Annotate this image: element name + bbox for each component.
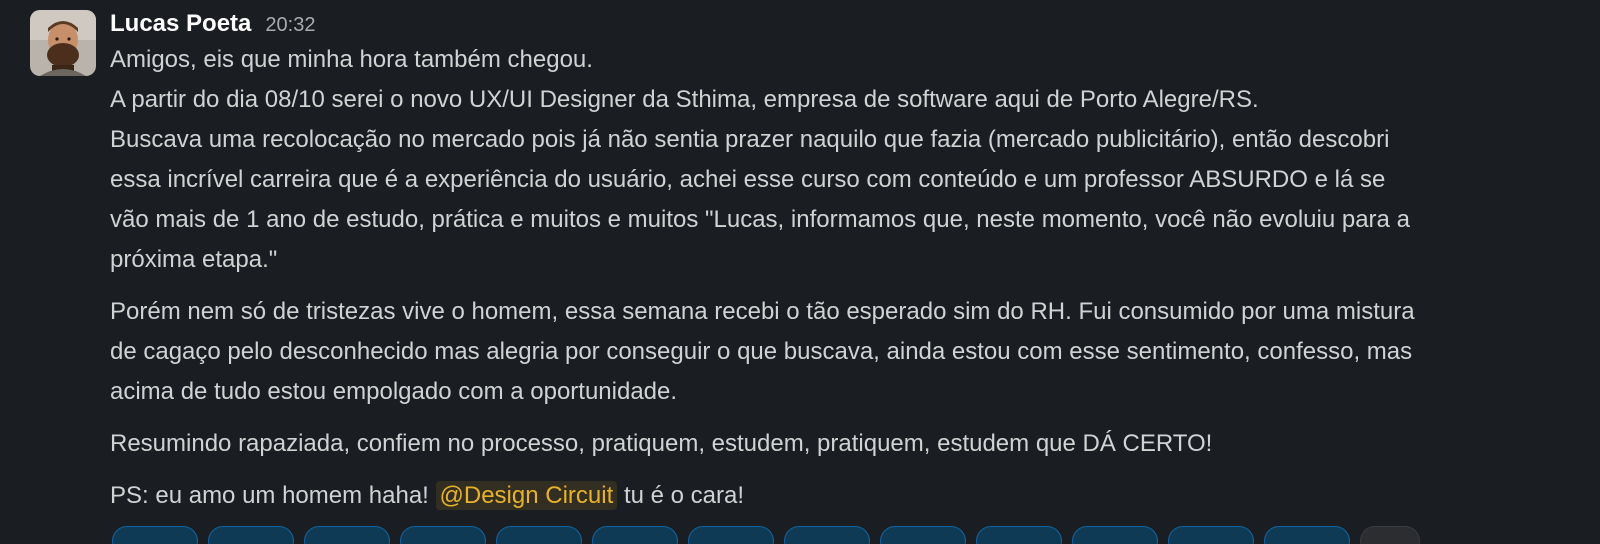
reaction-pill[interactable]: [1264, 526, 1350, 544]
text-line: acima de tudo estou empolgado com a opor…: [110, 378, 678, 405]
reaction-pill[interactable]: [112, 526, 198, 544]
ps-text-before: PS: eu amo um homem haha!: [110, 482, 429, 509]
message-timestamp[interactable]: 20:32: [265, 14, 315, 37]
message-body: Amigos, eis que minha hora também chegou…: [110, 40, 1568, 516]
avatar[interactable]: [30, 10, 96, 76]
author-name[interactable]: Lucas Poeta: [110, 10, 251, 38]
text-line: Amigos, eis que minha hora também chegou…: [110, 46, 593, 73]
reaction-pill[interactable]: [208, 526, 294, 544]
ps-line: PS: eu amo um homem haha! @Design Circui…: [110, 476, 1568, 516]
avatar-image: [30, 10, 96, 76]
ps-paragraph: PS: eu amo um homem haha! @Design Circui…: [110, 476, 1568, 516]
message-content: Lucas Poeta 20:32 Amigos, eis que minha …: [110, 10, 1568, 544]
reaction-bar: [112, 526, 1420, 544]
reaction-pill[interactable]: [1168, 526, 1254, 544]
text-line: Porém nem só de tristezas vive o homem, …: [110, 298, 1415, 325]
reaction-pill[interactable]: [592, 526, 678, 544]
text-line: A partir do dia 08/10 serei o novo UX/UI…: [110, 86, 1259, 113]
user-mention[interactable]: @Design Circuit: [435, 481, 618, 510]
reaction-pill[interactable]: [976, 526, 1062, 544]
add-reaction-button[interactable]: [1360, 526, 1420, 544]
paragraph: Porém nem só de tristezas vive o homem, …: [110, 292, 1568, 412]
reaction-pill[interactable]: [400, 526, 486, 544]
paragraph: Amigos, eis que minha hora também chegou…: [110, 40, 1568, 280]
text-line: essa incrível carreira que é a experiênc…: [110, 166, 1386, 193]
reaction-pill[interactable]: [880, 526, 966, 544]
text-line: de cagaço pelo desconhecido mas alegria …: [110, 338, 1413, 365]
reaction-pill[interactable]: [496, 526, 582, 544]
ps-text-after: tu é o cara!: [623, 482, 745, 509]
reaction-pill[interactable]: [304, 526, 390, 544]
text-line: próxima etapa.": [110, 246, 278, 273]
message-header: Lucas Poeta 20:32: [110, 10, 1568, 40]
chat-message: Lucas Poeta 20:32 Amigos, eis que minha …: [0, 0, 1600, 544]
paragraph: Resumindo rapaziada, confiem no processo…: [110, 424, 1568, 464]
text-line: Buscava uma recolocação no mercado pois …: [110, 126, 1390, 153]
reaction-pill[interactable]: [784, 526, 870, 544]
text-line: Resumindo rapaziada, confiem no processo…: [110, 430, 1213, 457]
reaction-pill[interactable]: [688, 526, 774, 544]
text-line: vão mais de 1 ano de estudo, prática e m…: [110, 206, 1410, 233]
reaction-pill[interactable]: [1072, 526, 1158, 544]
